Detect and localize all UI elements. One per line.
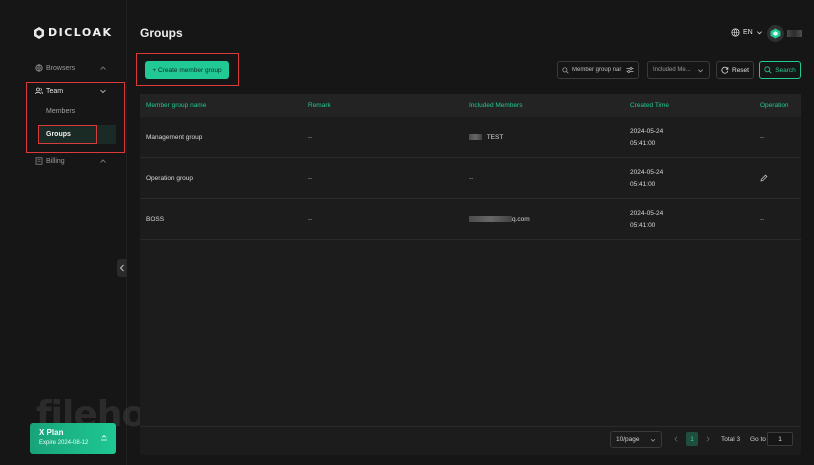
chevron-right-icon xyxy=(706,436,710,442)
chevron-left-icon xyxy=(119,264,124,272)
table-row[interactable]: Management group -- TEST 2024-05-24 05:4… xyxy=(140,117,801,158)
search-icon xyxy=(764,66,772,74)
page-size-select[interactable]: 10/page xyxy=(610,431,662,448)
chevron-down-icon xyxy=(756,31,762,35)
created-time: 05:41:00 xyxy=(630,181,656,188)
group-name: Operation group xyxy=(146,175,193,182)
brand-name: DICLOAK xyxy=(48,26,113,39)
member-groups-table: Member group name Remark Included Member… xyxy=(140,94,801,455)
member-group-name-search-input[interactable]: Member group nar xyxy=(557,61,639,79)
avatar[interactable] xyxy=(767,25,784,42)
filter-sliders-icon[interactable] xyxy=(626,66,634,74)
table-header: Member group name Remark Included Member… xyxy=(140,94,801,117)
reset-button[interactable]: Reset xyxy=(716,61,754,79)
group-remark: -- xyxy=(308,175,313,182)
operation-cell: -- xyxy=(760,134,765,141)
edit-button[interactable] xyxy=(760,174,768,184)
globe-icon xyxy=(731,28,740,37)
operation-cell: -- xyxy=(760,216,765,223)
chevron-up-icon xyxy=(100,66,106,70)
globe-icon xyxy=(35,64,43,72)
username-redacted xyxy=(787,30,802,37)
chevron-left-icon xyxy=(674,436,678,442)
column-header-operation: Operation xyxy=(760,102,789,109)
refresh-icon xyxy=(721,66,729,74)
member-name: TEST xyxy=(486,134,504,141)
next-page-button[interactable] xyxy=(704,435,712,443)
billing-icon xyxy=(35,157,43,165)
brand-logo[interactable]: DICLOAK xyxy=(34,26,113,39)
edit-icon xyxy=(760,174,768,182)
search-button[interactable]: Search xyxy=(759,61,801,79)
plan-expire: Expire 2024-08-12 xyxy=(39,440,89,446)
plan-card[interactable]: X Plan Expire 2024-08-12 xyxy=(30,423,116,454)
column-header-remark: Remark xyxy=(308,102,331,109)
group-remark: -- xyxy=(308,216,313,223)
group-remark: -- xyxy=(308,134,313,141)
reset-label: Reset xyxy=(732,66,749,74)
group-name: Management group xyxy=(146,134,203,141)
search-label: Search xyxy=(775,66,796,74)
pagination-divider xyxy=(140,426,801,427)
sidebar-item-label: Billing xyxy=(46,157,65,165)
sidebar-collapse-button[interactable] xyxy=(117,259,127,277)
page-size-value: 10/page xyxy=(616,436,640,443)
redacted-text xyxy=(469,216,512,223)
page-title: Groups xyxy=(140,26,183,40)
goto-page-input[interactable]: 1 xyxy=(767,432,793,446)
sidebar-item-label: Browsers xyxy=(46,64,76,72)
column-header-created-time: Created Time xyxy=(630,102,670,109)
logo-icon xyxy=(34,26,44,39)
create-button-label: + Create member group xyxy=(152,66,222,74)
upgrade-arrow-icon xyxy=(101,434,107,441)
group-members: -- xyxy=(469,175,474,182)
created-time: 05:41:00 xyxy=(630,140,656,147)
column-header-members: Included Members xyxy=(469,102,523,109)
table-row[interactable]: Operation group -- -- 2024-05-24 05:41:0… xyxy=(140,158,801,199)
chevron-down-icon xyxy=(698,68,703,72)
chevron-up-icon xyxy=(100,159,106,163)
redacted-text xyxy=(469,134,482,141)
prev-page-button[interactable] xyxy=(672,435,680,443)
create-member-group-button[interactable]: + Create member group xyxy=(145,61,229,79)
column-header-name: Member group name xyxy=(146,102,207,109)
chevron-down-icon xyxy=(650,438,656,442)
sidebar-item-billing[interactable]: Billing xyxy=(35,153,113,169)
included-members-placeholder: Included Me... xyxy=(653,67,691,73)
member-email: q.com xyxy=(512,216,530,223)
created-date: 2024-05-24 xyxy=(630,128,664,135)
included-members-select[interactable]: Included Me... xyxy=(647,61,710,79)
avatar-logo-icon xyxy=(770,28,781,39)
table-row[interactable]: BOSS -- q.com 2024-05-24 05:41:00 -- xyxy=(140,199,801,240)
created-date: 2024-05-24 xyxy=(630,210,664,217)
search-icon xyxy=(562,66,569,74)
pagination-goto-label: Go to xyxy=(750,436,766,443)
search-input-placeholder: Member group nar xyxy=(572,67,622,73)
sidebar: DICLOAK Browsers Team Members Groups Bil… xyxy=(0,0,262,465)
sidebar-item-browsers[interactable]: Browsers xyxy=(35,60,113,76)
created-date: 2024-05-24 xyxy=(630,169,664,176)
group-members: q.com xyxy=(469,216,530,223)
pagination-total: Total 3 xyxy=(721,436,741,443)
highlight-box-groups xyxy=(38,125,97,144)
created-time: 05:41:00 xyxy=(630,222,656,229)
language-label: EN xyxy=(743,29,753,36)
language-selector[interactable]: EN xyxy=(731,28,763,37)
group-members: TEST xyxy=(469,134,503,141)
group-name: BOSS xyxy=(146,216,165,223)
page-number-current[interactable]: 1 xyxy=(686,432,698,446)
plan-name: X Plan xyxy=(39,428,64,437)
